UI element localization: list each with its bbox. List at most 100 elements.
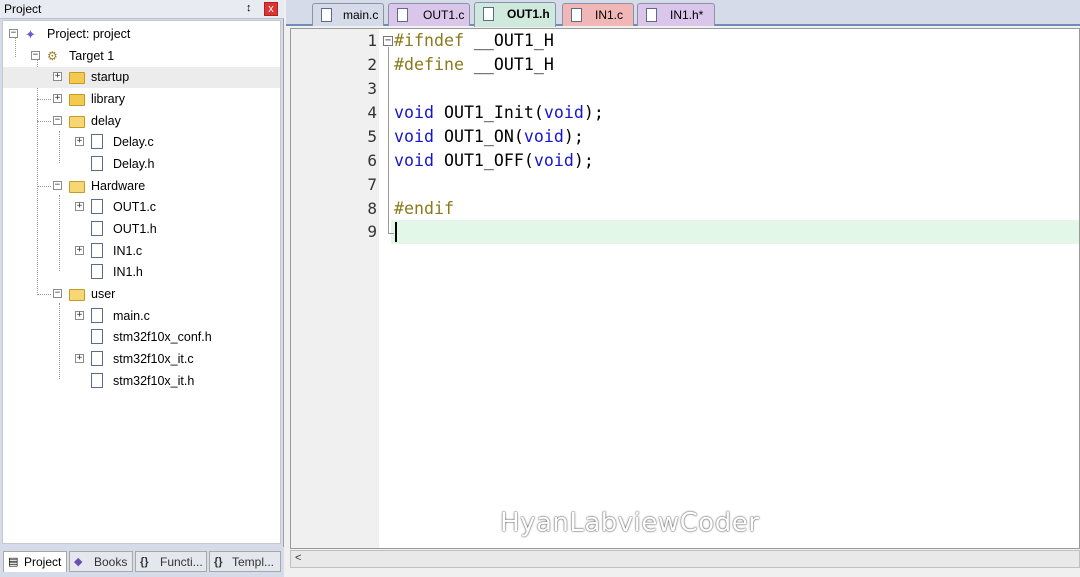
tree-item-label: Project: project <box>47 27 131 41</box>
tree-item-label: Delay.c <box>113 135 154 149</box>
tab-project[interactable]: ▤ Project <box>3 551 67 572</box>
file-icon <box>483 7 494 21</box>
file-icon <box>91 373 103 388</box>
code-line-5: void OUT1_ON(void); <box>394 127 584 146</box>
horizontal-scrollbar[interactable]: < <box>290 550 1080 568</box>
tree-item-target[interactable]: − ⚙ Target 1 <box>3 46 280 67</box>
collapse-icon[interactable]: − <box>53 289 62 298</box>
file-icon <box>91 134 103 149</box>
expand-icon[interactable]: + <box>75 311 84 320</box>
tree-item-it-h[interactable]: stm32f10x_it.h <box>3 371 280 392</box>
expand-icon[interactable]: + <box>75 202 84 211</box>
tab-out1-h[interactable]: OUT1.h <box>474 2 556 27</box>
tree-item-label: Delay.h <box>113 157 155 171</box>
tree-item-label: OUT1.h <box>113 222 157 236</box>
expand-icon[interactable]: + <box>75 354 84 363</box>
collapse-icon[interactable]: − <box>31 51 40 60</box>
panel-tabs: ▤ Project ◆ Books {} Functi... {} Templ.… <box>0 547 284 577</box>
tree-item-label: Hardware <box>91 179 146 193</box>
expand-icon[interactable]: + <box>75 246 84 255</box>
file-icon <box>91 308 103 323</box>
project-panel: Project ↕ x − ✦ Project: project − ⚙ Tar… <box>0 0 284 577</box>
tab-functions[interactable]: {} Functi... <box>135 551 207 572</box>
line-number: 6 <box>367 151 377 170</box>
books-icon: ◆ <box>74 556 83 568</box>
fold-collapse-icon[interactable]: − <box>383 36 393 46</box>
tree-item-label: delay <box>91 114 121 128</box>
project-panel-title: Project <box>4 2 42 16</box>
tab-out1-c[interactable]: OUT1.c <box>388 3 470 26</box>
tree-item-label: main.c <box>113 309 150 323</box>
code-line-1: #ifndef __OUT1_H <box>394 31 554 50</box>
folder-open-icon <box>69 116 85 128</box>
file-icon <box>321 8 332 22</box>
file-icon <box>91 329 103 344</box>
scroll-left-icon[interactable]: < <box>295 552 301 564</box>
tree-item-in1-c[interactable]: + IN1.c <box>3 241 280 262</box>
expand-icon[interactable]: + <box>75 137 84 146</box>
pin-icon[interactable]: ↕ <box>246 2 252 14</box>
tree-item-label: startup <box>91 70 130 84</box>
tab-label: OUT1.h <box>507 7 550 21</box>
tree-item-label: stm32f10x_it.h <box>113 374 195 388</box>
tab-in1-h[interactable]: IN1.h* <box>637 3 715 26</box>
file-icon <box>91 351 103 366</box>
line-number: 1 <box>367 31 377 50</box>
line-number: 8 <box>367 199 377 218</box>
tab-label: Books <box>94 555 128 569</box>
current-line-highlight <box>391 220 1079 244</box>
tree-item-delay-c[interactable]: + Delay.c <box>3 132 280 153</box>
tree-item-in1-h[interactable]: IN1.h <box>3 262 280 283</box>
tree-item-it-c[interactable]: + stm32f10x_it.c <box>3 349 280 370</box>
file-icon <box>646 8 657 22</box>
target-icon: ⚙ <box>47 49 58 63</box>
tab-label: OUT1.c <box>423 8 465 22</box>
project-tree: − ✦ Project: project − ⚙ Target 1 + star… <box>2 20 281 544</box>
tab-label: Project <box>24 555 62 569</box>
tree-item-delay[interactable]: − delay <box>3 111 280 132</box>
expand-icon[interactable]: + <box>53 72 62 81</box>
file-icon <box>571 8 582 22</box>
tree-item-label: stm32f10x_it.c <box>113 352 194 366</box>
tree-item-conf-h[interactable]: stm32f10x_conf.h <box>3 327 280 348</box>
code-line-6: void OUT1_OFF(void); <box>394 151 594 170</box>
file-icon <box>397 8 408 22</box>
tree-item-startup[interactable]: + startup <box>3 67 280 88</box>
tree-item-main-c[interactable]: + main.c <box>3 306 280 327</box>
fold-line <box>388 47 389 233</box>
editor-area: main.c OUT1.c OUT1.h IN1.c IN1.h* 1 2 3 … <box>286 0 1080 577</box>
tab-in1-c[interactable]: IN1.c <box>562 3 634 26</box>
tree-item-delay-h[interactable]: Delay.h <box>3 154 280 175</box>
folder-open-icon <box>69 181 85 193</box>
tree-item-out1-h[interactable]: OUT1.h <box>3 219 280 240</box>
tree-item-out1-c[interactable]: + OUT1.c <box>3 197 280 218</box>
project-panel-header: Project ↕ x <box>0 0 284 19</box>
tab-label: Functi... <box>160 555 203 569</box>
close-icon[interactable]: x <box>264 2 278 16</box>
tab-label: Templ... <box>232 555 275 569</box>
tree-item-library[interactable]: + library <box>3 89 280 110</box>
tab-books[interactable]: ◆ Books <box>69 551 133 572</box>
expand-icon[interactable]: + <box>53 94 62 103</box>
collapse-icon[interactable]: − <box>9 29 18 38</box>
file-icon <box>91 243 103 258</box>
tree-item-label: library <box>91 92 126 106</box>
project-icon: ✦ <box>25 27 36 42</box>
tab-templates[interactable]: {} Templ... <box>209 551 281 572</box>
folder-open-icon <box>69 289 85 301</box>
file-icon <box>91 199 103 214</box>
tree-item-hardware[interactable]: − Hardware <box>3 176 280 197</box>
functions-icon: {} <box>140 556 149 568</box>
code-editor[interactable]: 1 2 3 4 5 6 7 8 9 − #ifndef __OUT1_H #de… <box>290 28 1080 549</box>
tree-item-label: user <box>91 287 116 301</box>
tab-main-c[interactable]: main.c <box>312 3 384 26</box>
collapse-icon[interactable]: − <box>53 181 62 190</box>
templates-icon: {} <box>214 556 223 568</box>
tree-item-user[interactable]: − user <box>3 284 280 305</box>
wechat-icon <box>459 513 492 539</box>
project-icon: ▤ <box>8 556 19 568</box>
tree-item-project[interactable]: − ✦ Project: project <box>3 24 280 45</box>
collapse-icon[interactable]: − <box>53 116 62 125</box>
tree-item-label: Target 1 <box>69 49 115 63</box>
code-line-2: #define __OUT1_H <box>394 55 554 74</box>
